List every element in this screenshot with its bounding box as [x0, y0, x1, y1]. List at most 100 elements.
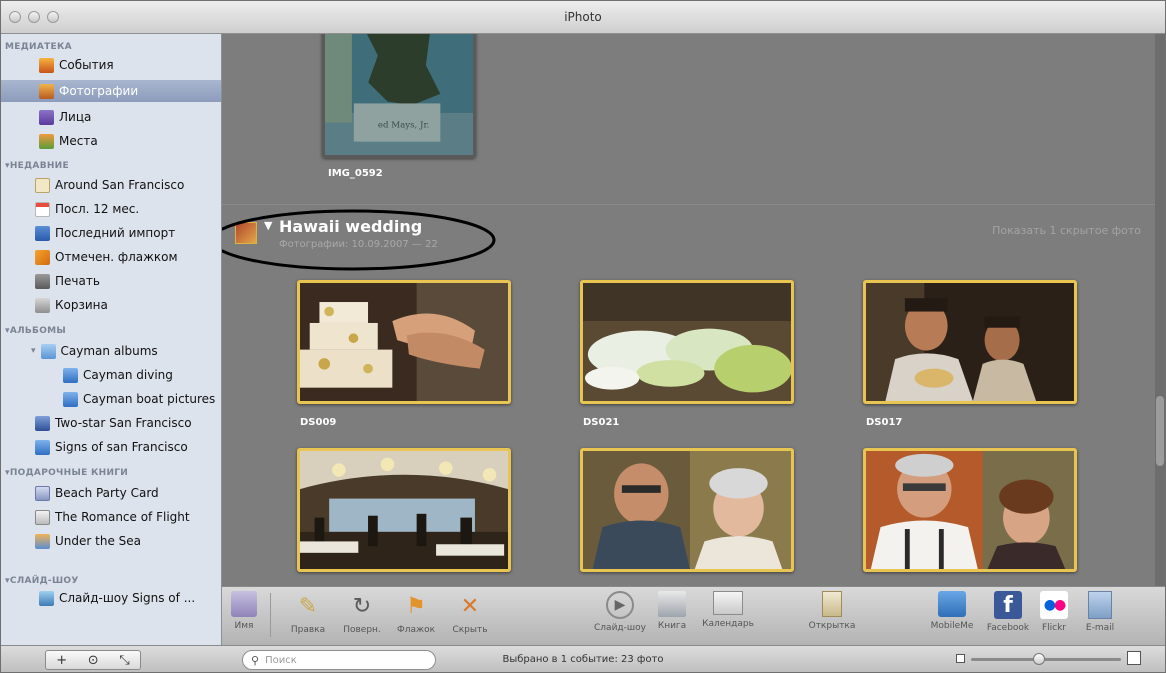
- edit-pencil-icon: ✎: [298, 593, 318, 619]
- slideshow-button[interactable]: ▶ Слайд-шоу: [590, 589, 650, 633]
- folder-icon: [40, 343, 56, 359]
- sidebar-item-places[interactable]: Места: [39, 130, 219, 152]
- sidebar-item-slideshow-signs[interactable]: Слайд-шоу Signs of ...: [39, 587, 221, 609]
- photos-icon: [39, 83, 54, 99]
- rotate-button[interactable]: ↻ Поверн.: [332, 589, 392, 636]
- photo-browser: ed Mays, Jr. IMG_0592 ▼ Hawaii wedding Ф…: [222, 34, 1155, 586]
- hide-button[interactable]: ✕ Скрыть: [440, 589, 500, 636]
- sidebar-item-last-import[interactable]: Последний импорт: [35, 222, 221, 244]
- trash-icon: [35, 297, 50, 313]
- sidebar-item-label: The Romance of Flight: [55, 510, 190, 524]
- sidebar-item-photos[interactable]: Фотографии: [1, 80, 221, 102]
- card-button[interactable]: Открытка: [802, 589, 862, 631]
- status-bar: + ⊙ ⤡ ⚲ Поиск Выбрано в 1 событие: 23 фо…: [1, 645, 1165, 672]
- flickr-button[interactable]: ● ● Flickr: [1028, 589, 1080, 633]
- calendar-icon: [35, 201, 50, 217]
- event-icon: [35, 177, 50, 193]
- disclosure-triangle-icon: ▾: [31, 346, 36, 356]
- section-header-slideshows[interactable]: ▾СЛАЙД-ШОУ: [5, 576, 79, 586]
- section-header-books[interactable]: ▾ПОДАРОЧНЫЕ КНИГИ: [5, 468, 128, 478]
- sidebar-item-label: Around San Francisco: [55, 178, 185, 192]
- rotate-icon: ↻: [352, 593, 372, 619]
- book-icon: [658, 591, 686, 617]
- photo-thumbnail[interactable]: [297, 280, 511, 404]
- hide-x-icon: ✕: [460, 593, 480, 619]
- flickr-icon: ● ●: [1040, 591, 1068, 619]
- sidebar-item-label: Лица: [59, 110, 92, 124]
- sidebar-item-beach-party-card[interactable]: Beach Party Card: [35, 482, 221, 504]
- sidebar-item-events[interactable]: События: [39, 54, 219, 76]
- section-header-library: МЕДИАТЕКА: [5, 42, 72, 52]
- source-list-sidebar: МЕДИАТЕКА События Фотографии Лица Места …: [1, 34, 222, 645]
- sidebar-item-cayman-albums[interactable]: ▾ Cayman albums: [31, 340, 221, 362]
- faces-icon: [39, 109, 54, 125]
- sidebar-item-cayman-diving[interactable]: Cayman diving: [63, 364, 221, 386]
- album-icon: [35, 439, 50, 455]
- sidebar-item-cayman-boat[interactable]: Cayman boat pictures: [63, 388, 221, 410]
- sidebar-item-label: Слайд-шоу Signs of ...: [59, 591, 196, 605]
- sidebar-item-label: Cayman albums: [60, 344, 158, 358]
- sidebar-item-flagged[interactable]: Отмечен. флажком: [35, 246, 221, 268]
- sidebar-item-faces[interactable]: Лица: [39, 106, 219, 128]
- events-icon: [39, 57, 54, 73]
- info-button[interactable]: Имя: [224, 589, 264, 631]
- section-header-recent[interactable]: ▾НЕДАВНИЕ: [5, 161, 69, 171]
- book-button[interactable]: Книга: [642, 589, 702, 631]
- sidebar-item-label: Печать: [55, 274, 100, 288]
- mobileme-button[interactable]: MobileMe: [922, 589, 982, 631]
- statue-photo: ed Mays, Jr.: [325, 34, 473, 155]
- sidebar-item-label: Two-star San Francisco: [55, 416, 192, 430]
- photo-caption: DS009: [300, 417, 337, 428]
- sidebar-item-last-12-months[interactable]: Посл. 12 мес.: [35, 198, 221, 220]
- email-icon: [1088, 591, 1112, 619]
- photo-thumbnail[interactable]: [863, 280, 1077, 404]
- sidebar-item-label: Beach Party Card: [55, 486, 159, 500]
- sidebar-item-trash[interactable]: Корзина: [35, 294, 221, 316]
- highlight-ellipse: [222, 209, 496, 271]
- sidebar-item-around-sf[interactable]: Around San Francisco: [35, 174, 221, 196]
- people-photo: [866, 283, 1074, 401]
- content-scrollbar[interactable]: [1155, 34, 1165, 586]
- scrollbar-thumb[interactable]: [1156, 396, 1164, 466]
- zoom-slider-knob[interactable]: [1033, 653, 1046, 665]
- photo-caption: DS021: [583, 417, 620, 428]
- sidebar-item-romance-of-flight[interactable]: The Romance of Flight: [35, 506, 221, 528]
- play-icon: ▶: [606, 591, 634, 619]
- sidebar-item-label: Under the Sea: [55, 534, 141, 548]
- show-hidden-photos-link[interactable]: Показать 1 скрытое фото: [992, 224, 1141, 237]
- sidebar-item-print[interactable]: Печать: [35, 270, 221, 292]
- email-button[interactable]: E-mail: [1074, 589, 1126, 633]
- photo-thumbnail[interactable]: [297, 448, 511, 572]
- calendar-icon: [713, 591, 743, 615]
- zoom-slider[interactable]: [971, 653, 1121, 665]
- card-icon: [35, 485, 50, 501]
- photo-thumbnail[interactable]: [580, 448, 794, 572]
- sidebar-item-under-the-sea[interactable]: Under the Sea: [35, 530, 221, 552]
- sidebar-item-label: Посл. 12 мес.: [55, 202, 140, 216]
- event-divider: [222, 204, 1155, 205]
- book-icon: [35, 533, 50, 549]
- calendar-button[interactable]: Календарь: [698, 589, 758, 629]
- section-header-albums[interactable]: ▾АЛЬБОМЫ: [5, 326, 66, 336]
- elderly-couple-photo: [583, 451, 791, 569]
- flag-icon: ⚑: [406, 593, 426, 619]
- bottom-toolbar: Имя ✎ Правка ↻ Поверн. ⚑ Флажок ✕ Скрыть…: [222, 586, 1165, 645]
- photo-thumbnail[interactable]: [580, 280, 794, 404]
- sidebar-item-label: Signs of san Francisco: [55, 440, 188, 454]
- calendar-project-icon: [35, 509, 50, 525]
- sidebar-item-two-star-sf[interactable]: Two-star San Francisco: [35, 412, 221, 434]
- photo-thumbnail[interactable]: ed Mays, Jr.: [322, 34, 476, 158]
- facebook-icon: f: [994, 591, 1022, 619]
- slideshow-icon: [39, 590, 54, 606]
- sidebar-item-signs-sf[interactable]: Signs of san Francisco: [35, 436, 221, 458]
- toolbar-divider: [270, 593, 271, 637]
- sidebar-item-label: Фотографии: [59, 84, 139, 98]
- photo-caption: IMG_0592: [328, 168, 383, 179]
- small-size-icon: [956, 654, 965, 663]
- sidebar-item-label: Корзина: [55, 298, 108, 312]
- edit-button[interactable]: ✎ Правка: [278, 589, 338, 636]
- iphoto-window: iPhoto МЕДИАТЕКА События Фотографии Лица…: [0, 0, 1166, 673]
- photo-thumbnail[interactable]: [863, 448, 1077, 572]
- flag-button[interactable]: ⚑ Флажок: [386, 589, 446, 636]
- card-icon: [822, 591, 842, 617]
